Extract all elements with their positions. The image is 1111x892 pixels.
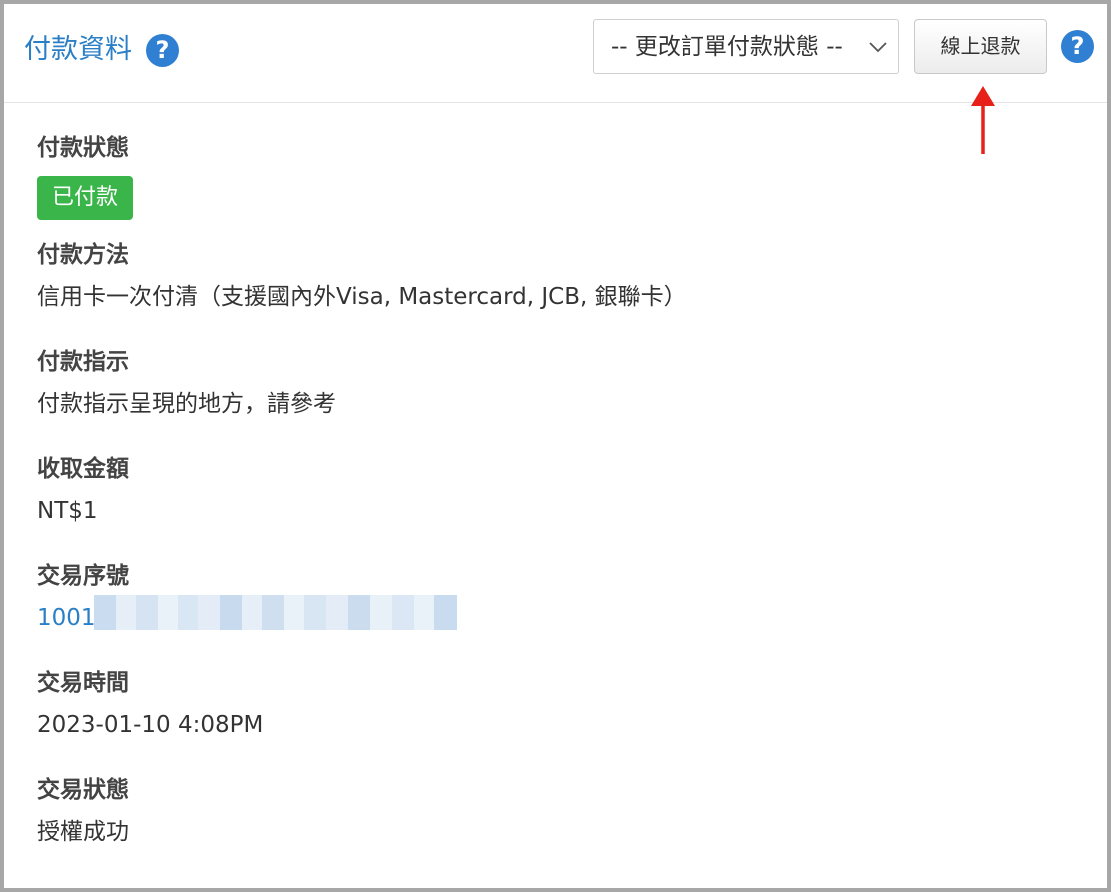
- panel-header: 付款資料 ? -- 更改訂單付款狀態 -- 線上退款 ?: [4, 4, 1107, 103]
- transaction-id-label: 交易序號: [37, 563, 129, 589]
- redaction-blur: [94, 595, 457, 630]
- payment-status-field: 付款狀態 已付款: [37, 132, 687, 239]
- transaction-status-label: 交易狀態: [37, 777, 129, 803]
- help-icon-right[interactable]: ?: [1061, 30, 1094, 63]
- transaction-time-field: 交易時間 2023-01-10 4:08PM: [37, 667, 687, 774]
- transaction-time-label: 交易時間: [37, 670, 129, 696]
- payment-method-value: 信用卡一次付清（支援國內外Visa, Mastercard, JCB, 銀聯卡）: [37, 284, 687, 310]
- payment-instructions-field: 付款指示 付款指示呈現的地方，請參考: [37, 346, 687, 453]
- help-icon[interactable]: ?: [146, 34, 179, 67]
- payment-method-label: 付款方法: [37, 242, 129, 268]
- red-arrow-up-icon: [971, 86, 995, 154]
- payment-status-label: 付款狀態: [37, 135, 129, 161]
- amount-value: NT$1: [37, 498, 98, 524]
- payment-details: 付款狀態 已付款 付款方法 信用卡一次付清（支援國內外Visa, Masterc…: [37, 132, 687, 881]
- panel-title: 付款資料: [24, 34, 132, 65]
- transaction-id-value: 1001: [37, 595, 687, 634]
- status-select-value: -- 更改訂單付款狀態 --: [611, 34, 843, 60]
- transaction-id-field: 交易序號 1001: [37, 560, 687, 667]
- payment-info-panel: 付款資料 ? -- 更改訂單付款狀態 -- 線上退款 ? 付款狀態 已付款 付款…: [0, 0, 1111, 892]
- payment-instructions-label: 付款指示: [37, 349, 129, 375]
- transaction-id-link[interactable]: 1001: [37, 605, 96, 631]
- transaction-status-field: 交易狀態 授權成功: [37, 774, 687, 881]
- online-refund-button[interactable]: 線上退款: [914, 19, 1047, 74]
- payment-method-field: 付款方法 信用卡一次付清（支援國內外Visa, Mastercard, JCB,…: [37, 239, 687, 346]
- payment-instructions-value: 付款指示呈現的地方，請參考: [37, 391, 336, 417]
- payment-status-select[interactable]: -- 更改訂單付款狀態 --: [593, 19, 899, 74]
- amount-label: 收取金額: [37, 456, 129, 482]
- chevron-down-icon: [869, 42, 887, 53]
- transaction-status-value: 授權成功: [37, 819, 129, 845]
- transaction-time-value: 2023-01-10 4:08PM: [37, 712, 264, 738]
- amount-field: 收取金額 NT$1: [37, 453, 687, 560]
- status-badge: 已付款: [37, 176, 134, 220]
